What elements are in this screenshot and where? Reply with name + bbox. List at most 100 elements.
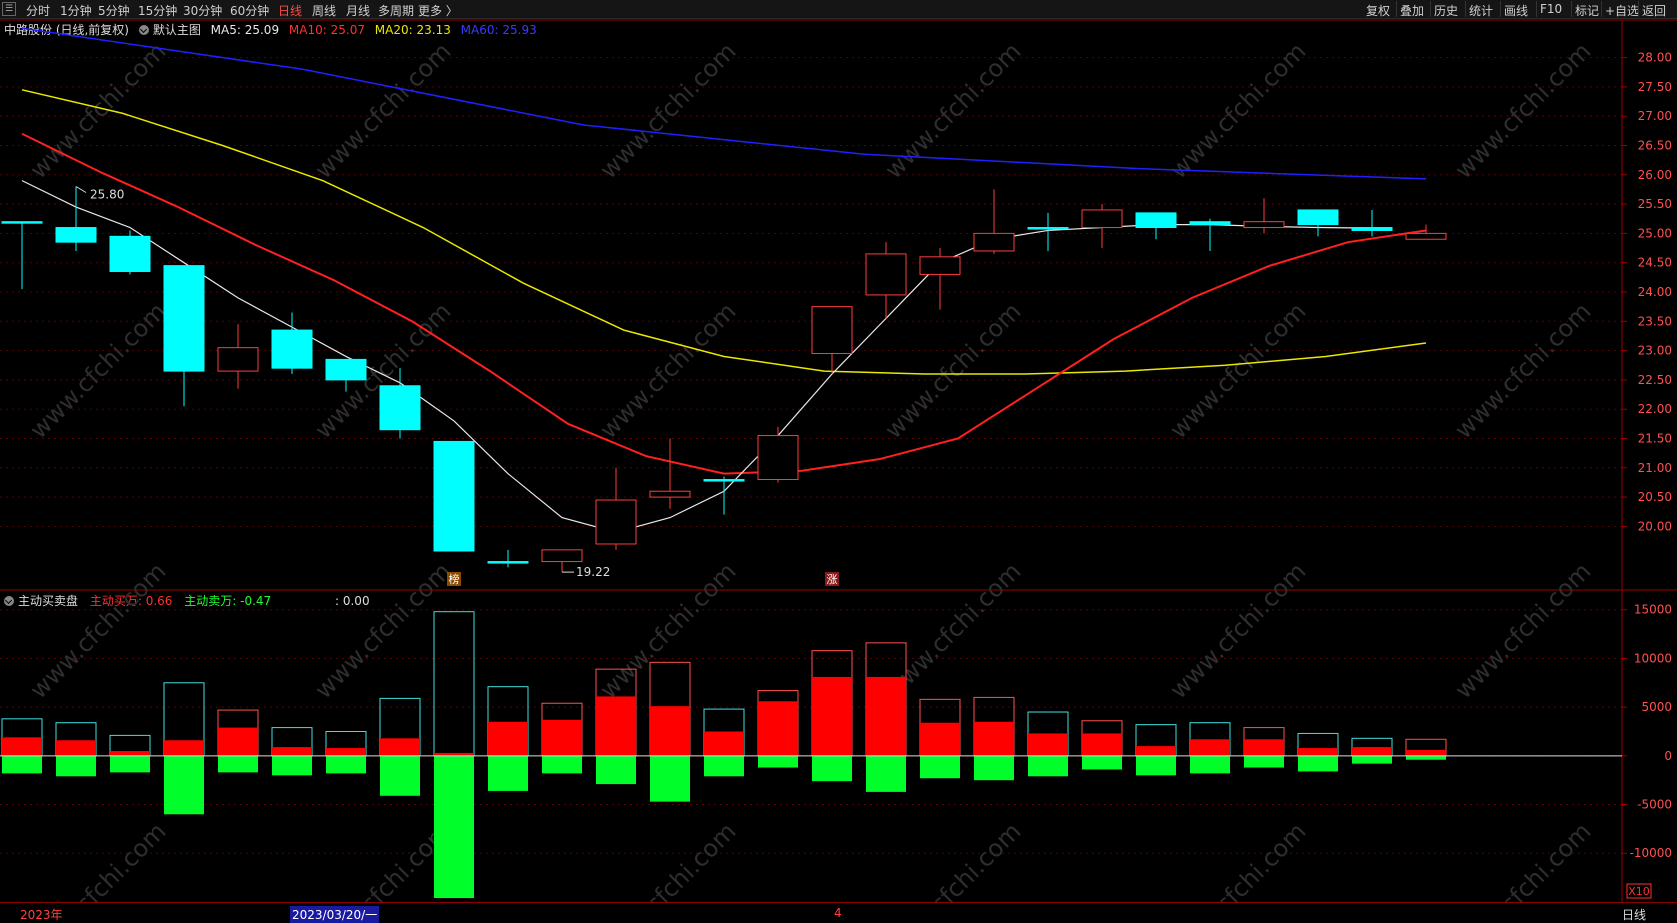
active-sell-bar xyxy=(596,755,636,785)
active-sell-bar xyxy=(434,755,474,899)
event-mark-label: 榜 xyxy=(449,572,460,586)
active-sell-bar xyxy=(974,755,1014,781)
candle-body xyxy=(271,329,313,369)
active-sell-bar xyxy=(1298,755,1338,772)
active-sell-bar xyxy=(1352,755,1392,764)
candle-body xyxy=(973,232,1015,252)
candle-body xyxy=(1,221,43,224)
active-buy-bar xyxy=(596,696,636,756)
watermark-text: www.cfchi.com xyxy=(309,37,456,184)
active-sell-bar xyxy=(164,755,204,815)
watermark-text: www.cfchi.com xyxy=(1164,557,1311,704)
candle-body xyxy=(1081,209,1123,229)
candle-body xyxy=(109,235,151,272)
active-buy-bar xyxy=(1352,747,1392,756)
candle-body xyxy=(1189,221,1231,226)
watermark-text: www.cfchi.com xyxy=(1449,297,1596,444)
price-tick-label: 21.00 xyxy=(1638,461,1672,475)
watermark-text: www.cfchi.com xyxy=(594,37,741,184)
active-buy-bar xyxy=(650,706,690,756)
active-buy-bar xyxy=(1028,733,1068,756)
active-buy-bar xyxy=(1082,733,1122,756)
candle-body xyxy=(1405,232,1447,240)
active-buy-bar xyxy=(542,719,582,756)
volume-tick-label: 0 xyxy=(1664,749,1672,763)
price-tick-label: 23.50 xyxy=(1638,314,1672,328)
watermark-text: www.cfchi.com xyxy=(1164,817,1311,902)
zoom-indicator-label: X10 xyxy=(1628,885,1650,898)
active-buy-bar xyxy=(380,738,420,756)
active-buy-bar xyxy=(164,740,204,756)
watermark-text: www.cfchi.com xyxy=(879,817,1026,902)
candle-body xyxy=(163,265,205,372)
watermark-text: www.cfchi.com xyxy=(594,557,741,704)
active-sell-bar xyxy=(218,755,258,773)
active-sell-bar xyxy=(56,755,96,777)
active-sell-bar xyxy=(650,755,690,802)
price-tick-label: 24.50 xyxy=(1638,256,1672,270)
active-sell-bar xyxy=(1082,755,1122,770)
volume-tick-label: 10000 xyxy=(1634,651,1672,665)
price-tick-label: 27.00 xyxy=(1638,109,1672,123)
active-buy-bar xyxy=(974,721,1014,756)
active-sell-bar xyxy=(758,755,798,768)
active-buy-bar xyxy=(920,722,960,756)
candle-body xyxy=(1297,209,1339,226)
price-tick-label: 20.50 xyxy=(1638,490,1672,504)
active-sell-bar xyxy=(110,755,150,773)
active-buy-bar xyxy=(218,727,258,756)
watermark-text: www.cfchi.com xyxy=(24,817,171,902)
time-axis: 2023年 2023/03/20/一 4 日线 xyxy=(0,902,1677,923)
price-tick-label: 27.50 xyxy=(1638,80,1672,94)
watermark-text: www.cfchi.com xyxy=(24,297,171,444)
watermark-text: www.cfchi.com xyxy=(1449,557,1596,704)
active-buy-bar xyxy=(110,750,150,756)
price-tick-label: 22.00 xyxy=(1638,402,1672,416)
event-mark-label: 涨 xyxy=(827,573,838,586)
watermark-text: www.cfchi.com xyxy=(594,297,741,444)
price-tick-label: 28.00 xyxy=(1638,51,1672,65)
active-buy-bar xyxy=(1298,748,1338,756)
active-sell-bar xyxy=(1406,755,1446,760)
volume-tick-label: -5000 xyxy=(1637,798,1672,812)
cursor-date-label: 2023/03/20/一 xyxy=(290,906,380,923)
price-tick-label: 23.00 xyxy=(1638,344,1672,358)
period-label[interactable]: 日线 xyxy=(1622,906,1646,923)
watermark-text: www.cfchi.com xyxy=(1449,37,1596,184)
active-sell-bar xyxy=(272,755,312,776)
candle-body xyxy=(487,561,529,564)
active-buy-bar xyxy=(1244,739,1284,756)
kline-chart[interactable]: 28.00 27.50 27.00 26.50 26.00 25.50 25.00 24.50… xyxy=(0,0,1677,902)
volume-tick-label: 15000 xyxy=(1634,603,1672,617)
active-sell-bar xyxy=(812,755,852,782)
active-sell-bar xyxy=(380,755,420,796)
active-buy-bar xyxy=(758,701,798,756)
candle-body xyxy=(1027,227,1069,230)
active-sell-bar xyxy=(326,755,366,774)
active-buy-bar xyxy=(56,740,96,756)
watermark-text: www.cfchi.com xyxy=(24,37,171,184)
candle-body xyxy=(649,490,691,498)
price-tick-label: 26.00 xyxy=(1638,168,1672,182)
candle-body xyxy=(325,358,367,381)
active-buy-bar xyxy=(1190,739,1230,756)
price-tick-label: 20.00 xyxy=(1638,519,1672,533)
active-sell-bar xyxy=(866,755,906,792)
watermark-text: www.cfchi.com xyxy=(24,557,171,704)
active-sell-bar xyxy=(542,755,582,774)
active-sell-bar xyxy=(1136,755,1176,776)
candle-body xyxy=(703,479,745,482)
active-buy-bar xyxy=(704,731,744,756)
active-buy-bar xyxy=(272,747,312,756)
high-price-label: 25.80 xyxy=(90,188,124,202)
watermark-text: www.cfchi.com xyxy=(1164,297,1311,444)
watermark-text: www.cfchi.com xyxy=(594,817,741,902)
active-sell-bar xyxy=(2,755,42,774)
active-buy-bar xyxy=(488,721,528,756)
active-sell-bar xyxy=(1190,755,1230,774)
active-buy-bar xyxy=(1406,750,1446,756)
active-buy-bar xyxy=(866,676,906,756)
active-sell-bar xyxy=(1028,755,1068,777)
price-tick-label: 24.00 xyxy=(1638,285,1672,299)
candle-body xyxy=(379,385,421,431)
